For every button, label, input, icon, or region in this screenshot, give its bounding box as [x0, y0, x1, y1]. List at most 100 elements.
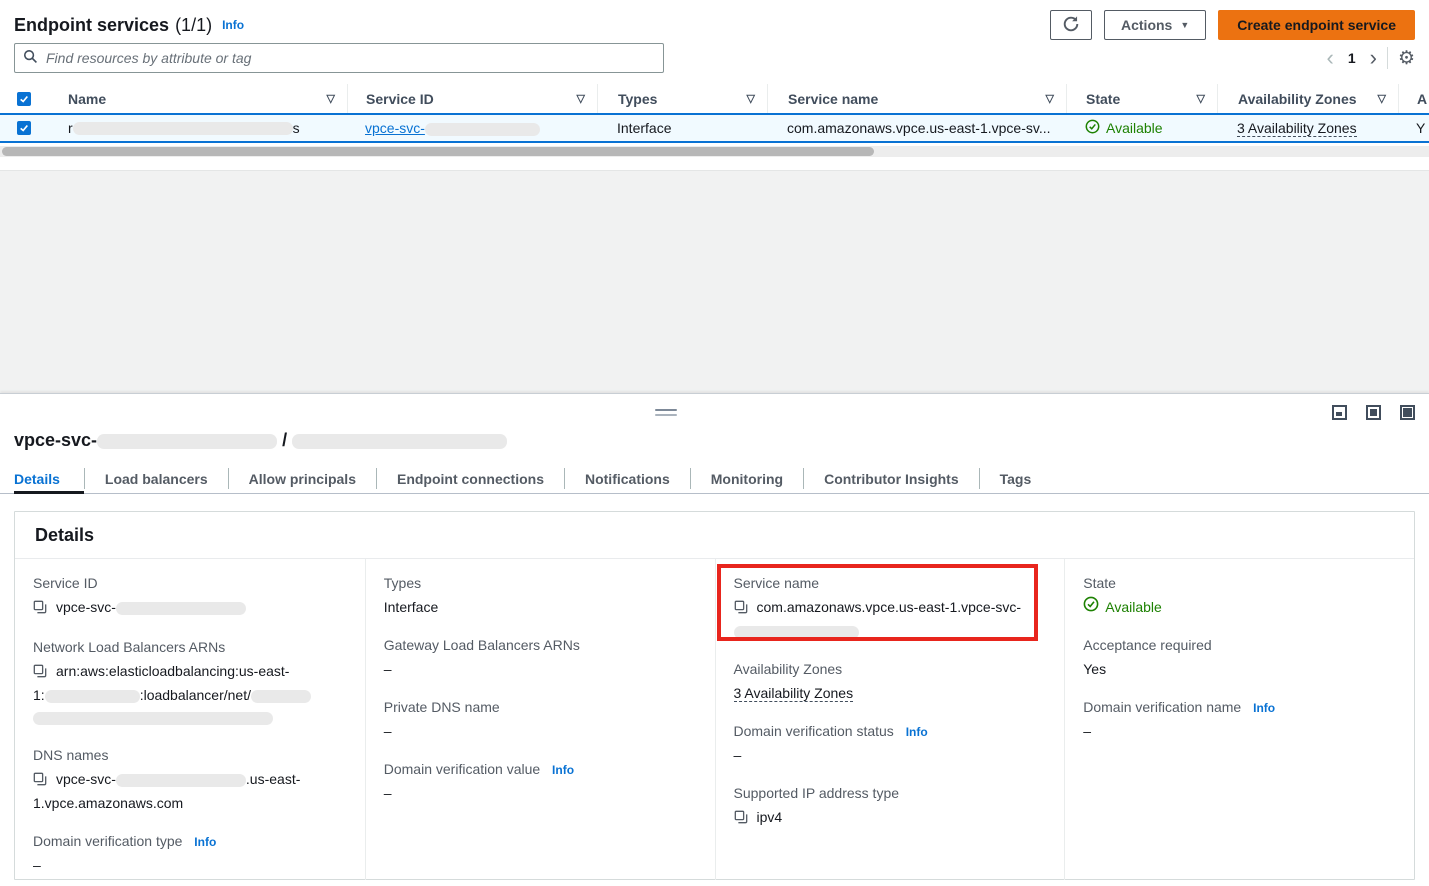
details-card-header: Details [15, 512, 1414, 559]
filter-icon[interactable]: ▽ [747, 92, 755, 105]
field-value-text: – [1083, 720, 1398, 742]
tab-allow-principals[interactable]: Allow principals [229, 464, 376, 493]
state-badge: Available [1106, 120, 1163, 136]
field-domain-verification-status: Domain verification status Info – [734, 723, 1049, 766]
details-column-3: Service name com.amazonaws.vpce.us-east-… [715, 559, 1065, 880]
row-name-cell: r s [48, 115, 347, 141]
column-header-name[interactable]: Name ▽ [48, 84, 347, 113]
details-card: Details Service ID vpce-svc- Network Loa… [14, 511, 1415, 880]
field-domain-verification-value: Domain verification value Info – [384, 761, 699, 804]
filter-icon[interactable]: ▽ [327, 92, 335, 105]
scrollbar-thumb[interactable] [2, 147, 874, 156]
field-domain-verification-name: Domain verification name Info – [1083, 699, 1398, 742]
details-column-1: Service ID vpce-svc- Network Load Balanc… [15, 559, 365, 880]
filter-icon[interactable]: ▽ [1197, 92, 1205, 105]
row-name-prefix: r [68, 120, 73, 136]
field-value-text: – [734, 744, 1049, 766]
panel-size-small-icon[interactable] [1332, 405, 1347, 420]
filter-icon[interactable]: ▽ [577, 92, 585, 105]
copy-icon[interactable] [33, 598, 47, 620]
field-value-text: com.amazonaws.vpce.us-east-1.vpce-svc- [757, 599, 1022, 615]
info-link[interactable]: Info [1253, 701, 1275, 715]
info-link[interactable]: Info [194, 835, 216, 849]
search-input[interactable] [44, 49, 655, 67]
available-check-icon [1083, 596, 1099, 618]
field-value-text: arn:aws:elasticloadbalancing:us-east- [56, 663, 289, 679]
column-label: Types [618, 91, 657, 107]
search-row: ‹ 1 › ⚙ [14, 42, 1415, 74]
availability-zones-popover[interactable]: 3 Availability Zones [1237, 120, 1357, 137]
table-header-row: Name ▽ Service ID ▽ Types ▽ Service name… [0, 84, 1429, 113]
search-box[interactable] [14, 43, 664, 73]
horizontal-scrollbar[interactable] [0, 146, 1429, 157]
row-checkbox[interactable] [17, 121, 31, 135]
field-label: DNS names [33, 747, 349, 763]
column-header-truncated[interactable]: A [1398, 84, 1429, 113]
field-glb-arns: Gateway Load Balancers ARNs – [384, 637, 699, 680]
redacted-text [73, 122, 293, 135]
select-all-checkbox[interactable] [17, 92, 31, 106]
copy-icon[interactable] [734, 808, 748, 830]
available-check-icon [1085, 119, 1100, 137]
info-link[interactable]: Info [552, 763, 574, 777]
tab-monitoring[interactable]: Monitoring [691, 464, 803, 493]
settings-gear-icon[interactable]: ⚙ [1398, 49, 1415, 68]
copy-icon[interactable] [33, 770, 47, 792]
field-nlb-arns: Network Load Balancers ARNs arn:aws:elas… [33, 639, 349, 728]
field-label: Domain verification name Info [1083, 699, 1398, 715]
info-link[interactable]: Info [906, 725, 928, 739]
background-area [0, 170, 1429, 393]
column-header-state[interactable]: State ▽ [1066, 84, 1217, 113]
next-page-icon[interactable]: › [1370, 47, 1377, 69]
redacted-text [45, 690, 140, 703]
actions-button-label: Actions [1121, 17, 1172, 33]
endpoint-services-list-section: Endpoint services (1/1) Info Actions ▼ C… [0, 0, 1429, 170]
field-label: Private DNS name [384, 699, 699, 715]
column-header-types[interactable]: Types ▽ [597, 84, 767, 113]
panel-size-medium-icon[interactable] [1366, 405, 1381, 420]
column-header-service-name[interactable]: Service name ▽ [767, 84, 1066, 113]
tab-notifications[interactable]: Notifications [565, 464, 690, 493]
field-state: State Available [1083, 575, 1398, 618]
page-count: (1/1) [175, 15, 212, 36]
table-row[interactable]: r s vpce-svc- Interface com.amazonaws.vp… [0, 113, 1429, 143]
previous-page-icon[interactable]: ‹ [1327, 47, 1334, 69]
panel-title-separator: / [282, 430, 287, 450]
copy-icon[interactable] [734, 598, 748, 620]
field-label-text: Domain verification status [734, 723, 894, 739]
panel-size-large-icon[interactable] [1400, 405, 1415, 420]
tab-tags[interactable]: Tags [980, 464, 1052, 493]
field-value-text: ipv4 [757, 809, 783, 825]
info-link[interactable]: Info [222, 18, 244, 32]
filter-icon[interactable]: ▽ [1046, 92, 1054, 105]
column-header-availability-zones[interactable]: Availability Zones ▽ [1217, 84, 1398, 113]
redacted-text [33, 712, 273, 725]
tab-load-balancers[interactable]: Load balancers [85, 464, 228, 493]
details-column-4: State Available [1064, 559, 1414, 880]
field-acceptance-required: Acceptance required Yes [1083, 637, 1398, 680]
refresh-button[interactable] [1050, 10, 1092, 40]
actions-button[interactable]: Actions ▼ [1104, 10, 1206, 40]
field-value-text: – [33, 854, 349, 876]
availability-zones-popover[interactable]: 3 Availability Zones [734, 685, 854, 702]
page-number[interactable]: 1 [1344, 50, 1360, 66]
tab-details[interactable]: Details [14, 464, 84, 493]
column-label: Name [68, 91, 106, 107]
copy-icon[interactable] [33, 662, 47, 684]
redacted-text [734, 626, 859, 639]
column-label: Service name [788, 91, 878, 107]
column-header-service-id[interactable]: Service ID ▽ [347, 84, 597, 113]
field-label: Acceptance required [1083, 637, 1398, 653]
field-value-text: vpce-svc- [56, 771, 116, 787]
row-types-cell: Interface [597, 115, 767, 141]
column-label: State [1086, 91, 1120, 107]
service-id-link[interactable]: vpce-svc- [365, 120, 540, 136]
tab-contributor-insights[interactable]: Contributor Insights [804, 464, 979, 493]
filter-icon[interactable]: ▽ [1378, 92, 1386, 105]
panel-resize-handle[interactable] [655, 409, 677, 416]
field-domain-verification-type: Domain verification type Info – [33, 833, 349, 876]
field-label: Domain verification type Info [33, 833, 349, 849]
create-endpoint-service-button[interactable]: Create endpoint service [1218, 10, 1415, 40]
tab-endpoint-connections[interactable]: Endpoint connections [377, 464, 564, 493]
service-id-prefix: vpce-svc- [365, 120, 425, 136]
